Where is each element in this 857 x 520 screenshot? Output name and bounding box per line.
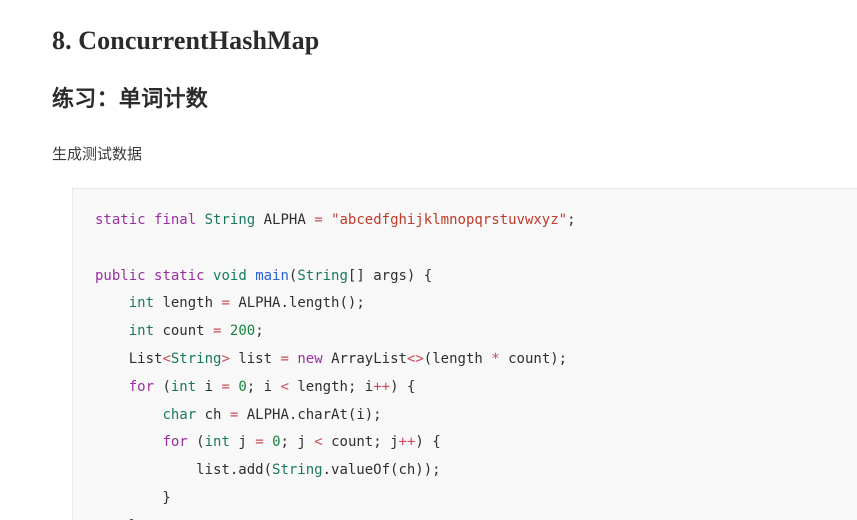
code-token: j xyxy=(229,434,256,451)
code-token: String xyxy=(272,462,323,479)
code-token: int xyxy=(128,323,155,340)
code-token: 0 xyxy=(272,434,281,451)
code-token: > xyxy=(221,350,230,367)
code-token: < xyxy=(162,350,171,367)
code-token: } xyxy=(95,489,171,506)
code-line: list.add(String.valueOf(ch)); xyxy=(95,457,857,485)
code-token: ALPHA xyxy=(255,212,315,228)
code-token: String xyxy=(297,267,348,284)
code-token: ALPHA.charAt(i); xyxy=(238,406,382,423)
code-token: for xyxy=(162,434,188,451)
code-token: ) { xyxy=(415,434,441,451)
code-token: < xyxy=(314,434,323,451)
code-token: int xyxy=(128,295,155,312)
code-line: } xyxy=(95,485,857,513)
code-content[interactable]: static final String ALPHA = "abcedfghijk… xyxy=(73,189,857,520)
code-token: ( xyxy=(154,378,171,395)
code-token: list xyxy=(229,350,281,367)
code-token: String xyxy=(170,350,222,367)
code-token: * xyxy=(491,350,500,367)
code-token: static xyxy=(95,212,146,228)
code-token: public xyxy=(95,267,146,284)
code-token: void xyxy=(213,267,247,284)
code-token: ch xyxy=(196,406,230,423)
code-token: ; j xyxy=(280,434,315,451)
code-token: ( xyxy=(187,434,205,451)
code-token: = xyxy=(314,212,323,228)
code-token: static xyxy=(154,267,205,284)
code-line: int length = ALPHA.length(); xyxy=(95,290,857,318)
code-token: ; i xyxy=(246,378,281,395)
code-line: char ch = ALPHA.charAt(i); xyxy=(95,402,857,430)
code-token: List xyxy=(95,350,163,367)
code-token: "abcedfghijklmnopqrstuvwxyz" xyxy=(331,212,568,228)
code-token: String xyxy=(204,212,256,228)
section-heading: 练习：单词计数 xyxy=(52,86,209,111)
code-token: new xyxy=(297,350,323,367)
code-token: ALPHA.length(); xyxy=(229,295,365,312)
code-line: static final String ALPHA = "abcedfghijk… xyxy=(95,207,857,235)
code-token: count xyxy=(154,323,214,340)
code-token: = xyxy=(221,295,230,312)
code-token: 0 xyxy=(238,378,247,395)
code-token: ArrayList xyxy=(322,350,407,367)
code-line: for (int j = 0; j < count; j++) { xyxy=(95,429,857,457)
code-token: for xyxy=(128,378,155,395)
code-line: } xyxy=(95,513,857,520)
code-token: <> xyxy=(406,350,424,367)
code-token: ; xyxy=(255,323,264,340)
code-token: = xyxy=(255,434,264,451)
code-token: char xyxy=(162,406,197,423)
code-token: final xyxy=(154,212,197,228)
code-token: = xyxy=(280,350,289,367)
code-token: (length xyxy=(423,350,492,367)
code-line: for (int i = 0; i < length; i++) { xyxy=(95,374,857,402)
code-token: length xyxy=(154,295,222,312)
code-line: int count = 200; xyxy=(95,318,857,346)
code-token: < xyxy=(280,378,289,395)
code-token: count); xyxy=(499,350,568,367)
code-token: ++ xyxy=(398,434,416,451)
code-token: ) { xyxy=(390,378,416,395)
code-token: main xyxy=(255,267,289,284)
page-title: 8. ConcurrentHashMap xyxy=(52,26,320,55)
code-token: i xyxy=(196,378,222,395)
code-token: = xyxy=(221,378,230,395)
code-token: 200 xyxy=(229,323,256,340)
code-token: ++ xyxy=(373,378,391,395)
code-token: [] args) { xyxy=(347,267,433,284)
code-token: .valueOf(ch)); xyxy=(322,462,441,479)
code-token: int xyxy=(204,434,230,451)
code-token: ; xyxy=(567,212,576,228)
document-page: 8. ConcurrentHashMap 练习：单词计数 生成测试数据 stat… xyxy=(0,0,857,520)
code-line: List<String> list = new ArrayList<>(leng… xyxy=(95,346,857,374)
body-paragraph: 生成测试数据 xyxy=(52,146,143,163)
document-content: 8. ConcurrentHashMap 练习：单词计数 生成测试数据 xyxy=(0,0,857,163)
code-token: count; j xyxy=(322,434,399,451)
code-token: list.add( xyxy=(95,462,273,479)
code-token: int xyxy=(170,378,197,395)
code-line: public static void main(String[] args) { xyxy=(95,263,857,291)
code-token: length; i xyxy=(288,378,374,395)
code-block[interactable]: static final String ALPHA = "abcedfghijk… xyxy=(72,188,857,520)
